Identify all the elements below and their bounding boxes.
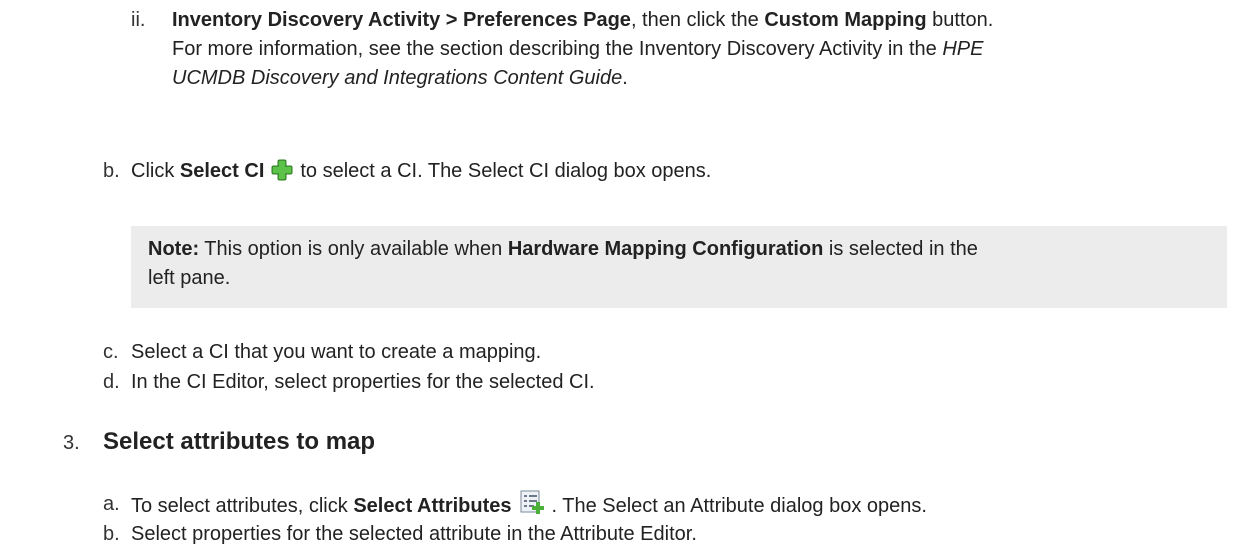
note-line-1: Note: This option is only available when…	[148, 238, 978, 260]
hardware-mapping-configuration: Hardware Mapping Configuration	[507, 238, 824, 260]
note-label: Note:	[148, 238, 200, 260]
menu-path: Inventory Discovery Activity > Preferenc…	[172, 9, 631, 31]
list-marker: c.	[103, 341, 119, 363]
section-number: 3.	[63, 432, 80, 454]
green-plus-icon	[271, 159, 293, 190]
custom-mapping-button-label: Custom Mapping	[764, 9, 927, 31]
list-marker: ii.	[131, 9, 146, 31]
section-heading: Select attributes to map	[103, 428, 376, 455]
list-marker: a.	[103, 493, 120, 515]
step-c-text: Select a CI that you want to create a ma…	[131, 341, 542, 363]
list-marker: d.	[103, 371, 120, 393]
list-marker: b.	[103, 160, 120, 182]
guide-title-part-2: UCMDB Discovery and Integrations Content…	[172, 67, 623, 89]
select-ci-label: Select CI	[179, 160, 265, 182]
step-3b-text: Select properties for the selected attri…	[131, 523, 697, 545]
step-ii-line-2: For more information, see the section de…	[172, 38, 984, 60]
note-line-2: left pane.	[148, 267, 231, 289]
step-d-text: In the CI Editor, select properties for …	[131, 371, 595, 393]
step-ii-line-1: Inventory Discovery Activity > Preferenc…	[172, 9, 994, 31]
step-ii-line-3: UCMDB Discovery and Integrations Content…	[172, 67, 628, 89]
list-marker: b.	[103, 523, 120, 545]
guide-title-part-1: HPE	[942, 38, 984, 60]
step-b-text: Click Select CI to select a CI. The Selec…	[131, 157, 711, 190]
select-attributes-label: Select Attributes	[353, 495, 512, 517]
note-box: Note: This option is only available when…	[131, 226, 1227, 308]
